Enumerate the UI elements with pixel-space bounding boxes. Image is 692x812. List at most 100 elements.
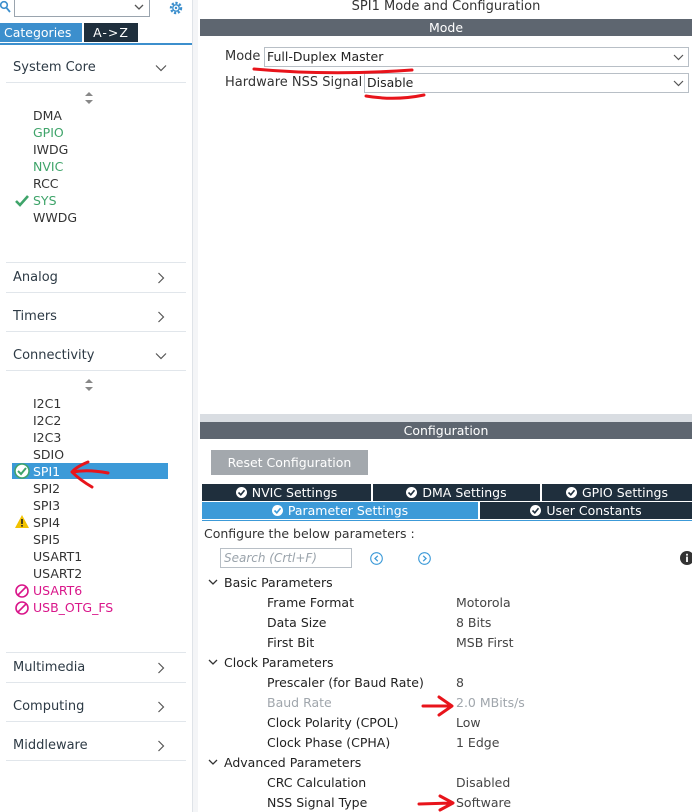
arrow-annotation	[421, 695, 454, 717]
category-label: Middleware	[13, 738, 88, 753]
sidebar-item-rcc[interactable]: RCC	[33, 175, 59, 192]
category-timers[interactable]: Timers	[13, 309, 171, 327]
check-circle-icon	[14, 463, 30, 479]
divider	[6, 370, 186, 371]
chevron-right-icon	[158, 272, 165, 284]
param-value[interactable]: Software	[456, 795, 511, 810]
sidebar-item-nvic[interactable]: NVIC	[33, 158, 63, 175]
category-connectivity[interactable]: Connectivity	[13, 348, 171, 366]
category-label: Multimedia	[13, 660, 86, 675]
peripheral-sidebar: Categories A->Z System Core DMA GPIO IWD…	[0, 0, 192, 812]
chevron-right-icon	[158, 701, 165, 713]
sidebar-item-sys[interactable]: SYS	[33, 192, 57, 209]
chevron-down-icon	[673, 80, 684, 87]
param-value[interactable]: 1 Edge	[456, 735, 499, 750]
tab-nvic-settings[interactable]: NVIC Settings	[202, 484, 371, 501]
group-clock-parameters[interactable]: Clock Parameters	[208, 655, 333, 673]
chevron-right-icon	[158, 662, 165, 674]
chevron-down-icon	[208, 659, 218, 665]
chevron-right-icon	[158, 311, 165, 323]
category-label: Computing	[13, 699, 85, 714]
check-circle-icon	[566, 487, 577, 498]
sidebar-item-usart6[interactable]: USART6	[33, 582, 82, 599]
sidebar-item-usart2[interactable]: USART2	[33, 565, 82, 582]
category-multimedia[interactable]: Multimedia	[13, 660, 171, 678]
nss-select[interactable]: Disable	[364, 73, 689, 93]
param-value[interactable]: 8	[456, 675, 464, 690]
param-value[interactable]: Motorola	[456, 595, 511, 610]
category-middleware[interactable]: Middleware	[13, 738, 171, 756]
chevron-down-icon[interactable]	[133, 1, 145, 13]
divider	[6, 262, 186, 263]
category-computing[interactable]: Computing	[13, 699, 171, 717]
nss-label: Hardware NSS Signal	[225, 75, 363, 90]
sidebar-item-spi3[interactable]: SPI3	[33, 497, 60, 514]
sidebar-item-i2c1[interactable]: I2C1	[33, 395, 61, 412]
sidebar-item-spi1[interactable]: SPI1	[33, 463, 60, 480]
parameter-search-input[interactable]: Search (Crtl+F)	[220, 548, 352, 568]
chevron-down-icon	[155, 353, 167, 360]
tab-parameter-settings[interactable]: Parameter Settings	[202, 502, 478, 519]
sidebar-item-sdio[interactable]: SDIO	[33, 446, 64, 463]
sidebar-item-dma[interactable]: DMA	[33, 107, 62, 124]
sidebar-item-usb-otg-fs[interactable]: USB_OTG_FS	[33, 599, 113, 616]
sort-icon[interactable]	[84, 92, 94, 104]
check-circle-icon	[271, 505, 283, 516]
group-label: Basic Parameters	[224, 575, 333, 590]
info-icon[interactable]	[680, 551, 692, 565]
sidebar-item-i2c2[interactable]: I2C2	[33, 412, 61, 429]
chevron-down-icon	[673, 54, 684, 61]
divider	[6, 292, 186, 293]
check-icon	[15, 195, 29, 207]
tab-underline	[0, 43, 192, 45]
divider	[6, 652, 186, 653]
param-name: Prescaler (for Baud Rate)	[267, 675, 424, 690]
param-name: NSS Signal Type	[267, 795, 368, 810]
previous-match-icon[interactable]	[370, 552, 383, 565]
tab-categories[interactable]: Categories	[0, 23, 82, 42]
tab-user-constants[interactable]: User Constants	[480, 502, 692, 519]
search-icon[interactable]	[0, 0, 12, 14]
divider	[6, 82, 186, 83]
sidebar-item-i2c3[interactable]: I2C3	[33, 429, 61, 446]
sidebar-item-usart1[interactable]: USART1	[33, 548, 82, 565]
panel-divider	[200, 414, 692, 422]
mode-select-value: Full-Duplex Master	[267, 49, 384, 64]
tab-a-z[interactable]: A->Z	[84, 23, 138, 42]
sidebar-item-wwdg[interactable]: WWDG	[33, 209, 77, 226]
param-name: Baud Rate	[267, 695, 332, 710]
param-value[interactable]: 8 Bits	[456, 615, 491, 630]
param-value[interactable]: Low	[456, 715, 481, 730]
mode-header: Mode	[200, 19, 692, 36]
category-label: Connectivity	[13, 348, 95, 363]
sidebar-search-input[interactable]	[14, 0, 150, 17]
sidebar-item-spi5[interactable]: SPI5	[33, 531, 60, 548]
param-name: Data Size	[267, 615, 327, 630]
category-label: Analog	[13, 270, 58, 285]
tab-gpio-settings[interactable]: GPIO Settings	[542, 484, 692, 501]
gear-icon[interactable]	[167, 0, 185, 16]
divider	[6, 721, 186, 722]
category-system-core[interactable]: System Core	[13, 60, 171, 78]
configure-label: Configure the below parameters :	[204, 526, 415, 541]
sort-icon[interactable]	[84, 379, 94, 391]
param-value[interactable]: Disabled	[456, 775, 510, 790]
next-match-icon[interactable]	[418, 552, 431, 565]
group-advanced-parameters[interactable]: Advanced Parameters	[208, 755, 361, 773]
sidebar-item-iwdg[interactable]: IWDG	[33, 141, 68, 158]
sidebar-item-gpio[interactable]: GPIO	[33, 124, 64, 141]
sidebar-item-spi2[interactable]: SPI2	[33, 480, 60, 497]
blocked-icon	[15, 584, 29, 598]
sidebar-scrollbar[interactable]	[192, 0, 198, 812]
mode-panel: Mode Full-Duplex Master Hardware NSS Sig…	[200, 37, 692, 414]
reset-configuration-button[interactable]: Reset Configuration	[211, 450, 368, 475]
sidebar-item-spi4[interactable]: SPI4	[33, 514, 60, 531]
stm32cubemx-window: Categories A->Z System Core DMA GPIO IWD…	[0, 0, 692, 812]
check-circle-icon	[235, 487, 247, 498]
mode-select[interactable]: Full-Duplex Master	[264, 47, 689, 67]
tab-dma-settings[interactable]: DMA Settings	[373, 484, 540, 501]
tab-underline	[202, 520, 692, 521]
param-value[interactable]: MSB First	[456, 635, 514, 650]
category-analog[interactable]: Analog	[13, 270, 171, 288]
group-basic-parameters[interactable]: Basic Parameters	[208, 575, 333, 593]
